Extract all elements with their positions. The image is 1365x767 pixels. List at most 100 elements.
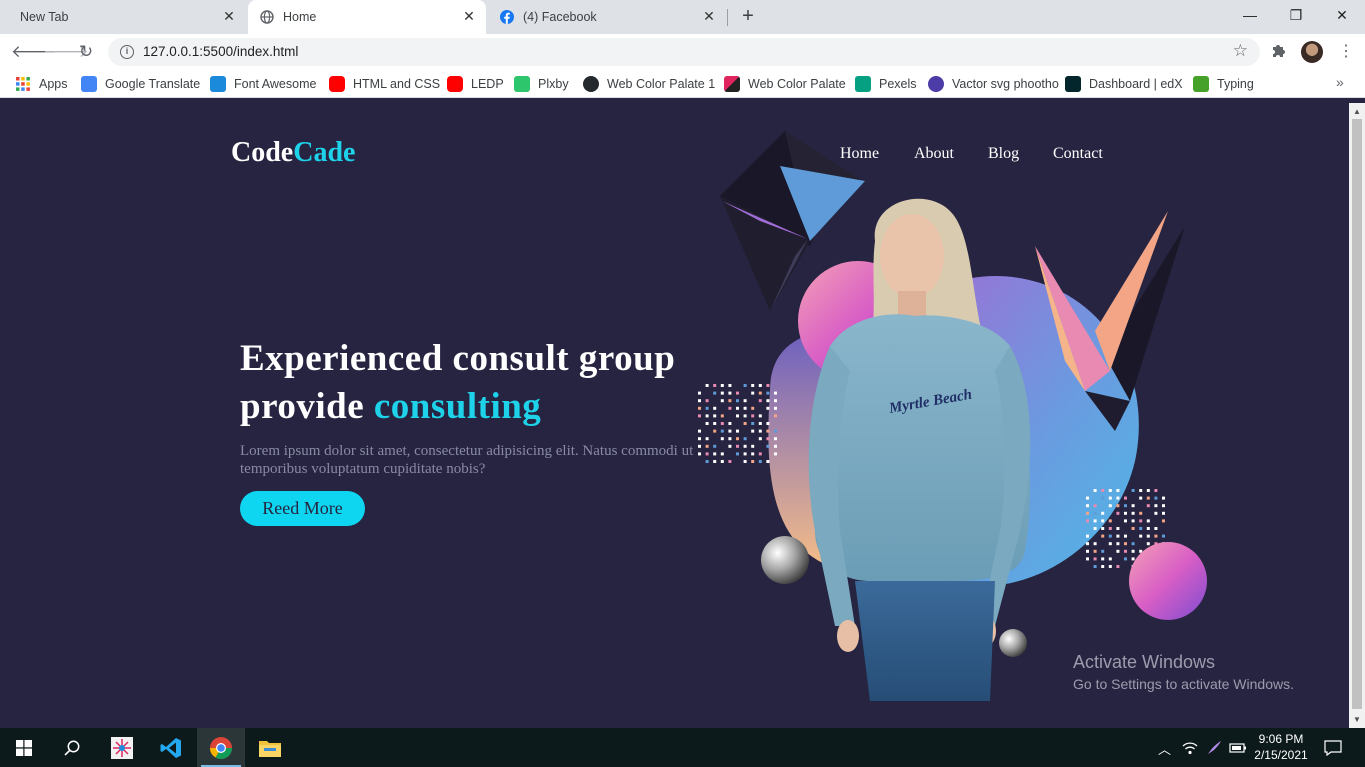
search-button[interactable] [48, 728, 96, 767]
minimize-button[interactable]: — [1227, 0, 1273, 30]
url-text[interactable]: 127.0.0.1:5500/index.html [143, 44, 298, 59]
bookmark-pexels[interactable]: Pexels [855, 75, 917, 93]
dot [1124, 534, 1127, 538]
dot [766, 422, 770, 425]
bookmark-web-color-palate[interactable]: Web Color Palate [724, 75, 846, 93]
tab-new-tab[interactable]: New Tab ✕ [0, 0, 246, 34]
dot [1093, 511, 1097, 515]
dot [1101, 511, 1105, 515]
close-icon[interactable]: ✕ [702, 9, 716, 23]
new-tab-button[interactable]: + [738, 6, 758, 26]
nav-home[interactable]: Home [840, 145, 879, 163]
tray-overflow-chevron-icon[interactable]: ︿ [1158, 739, 1171, 758]
start-button[interactable] [0, 728, 48, 767]
bookmark-google-translate[interactable]: Google Translate [81, 75, 200, 93]
google-translate-icon [81, 76, 97, 92]
bookmark-edx[interactable]: Dashboard | edX [1065, 75, 1183, 93]
dot [1086, 519, 1089, 523]
taskbar-app-chrome[interactable] [197, 728, 245, 767]
dot [1154, 527, 1158, 530]
notification-center-icon[interactable] [1324, 740, 1342, 756]
dot [1139, 534, 1143, 538]
close-icon[interactable]: ✕ [222, 9, 236, 23]
tab-home[interactable]: Home ✕ [248, 0, 486, 34]
dot [1139, 511, 1143, 515]
reload-button[interactable]: ↻ [75, 41, 97, 63]
tab-divider [727, 9, 728, 26]
nav-blog[interactable]: Blog [988, 145, 1019, 163]
snip-tool-icon [111, 736, 133, 759]
dot [1116, 489, 1120, 492]
bookmark-html-and-css[interactable]: HTML and CSS [329, 75, 440, 93]
forward-button[interactable]: 🡒 [43, 41, 89, 63]
pen-feather-icon[interactable] [1206, 740, 1222, 756]
dot [1124, 549, 1127, 553]
close-window-button[interactable]: ✕ [1319, 0, 1365, 30]
info-icon[interactable]: i [120, 45, 134, 59]
taskbar-app-snipping[interactable] [98, 728, 146, 767]
read-more-button[interactable]: Reed More [240, 491, 365, 526]
scroll-thumb[interactable] [1352, 119, 1362, 709]
dot [1146, 504, 1150, 508]
page-viewport: CodeCade Myrtle Beach Home About Blog Co… [0, 103, 1349, 728]
restore-button[interactable]: ❐ [1273, 0, 1319, 30]
dot [1146, 519, 1150, 523]
address-bar[interactable]: i 127.0.0.1:5500/index.html ☆ [108, 38, 1260, 66]
close-icon[interactable]: ✕ [462, 9, 476, 23]
back-button[interactable]: 🡐 [11, 41, 57, 63]
dot [1093, 549, 1097, 553]
bookmarks-overflow-icon[interactable]: » [1336, 74, 1344, 90]
site-logo[interactable]: CodeCade [231, 137, 355, 169]
bookmark-label: Plxby [538, 77, 569, 91]
dot [1146, 489, 1150, 492]
dot [1124, 542, 1127, 546]
nav-about[interactable]: About [914, 145, 954, 163]
battery-icon[interactable] [1229, 741, 1247, 755]
dot [1116, 565, 1120, 568]
typing-icon [1193, 76, 1209, 92]
extensions-puzzle-icon[interactable] [1270, 41, 1288, 59]
bookmark-web-color-palate-1[interactable]: Web Color Palate 1 [583, 75, 715, 93]
star-icon[interactable]: ☆ [1233, 41, 1248, 61]
dot [751, 444, 755, 448]
dot [751, 452, 755, 456]
bookmark-plxby[interactable]: Plxby [514, 75, 569, 93]
dot [1124, 557, 1127, 561]
tab-facebook[interactable]: (4) Facebook ✕ [488, 0, 726, 34]
dot [1154, 534, 1158, 538]
taskbar-app-vscode[interactable] [147, 728, 195, 767]
bookmarks-bar: Apps Google Translate Font Awesome HTML … [0, 70, 1365, 98]
menu-kebab-icon[interactable]: ⋮ [1338, 41, 1354, 63]
scroll-up-arrow-icon[interactable]: ▲ [1352, 107, 1362, 116]
wifi-icon[interactable] [1182, 741, 1198, 755]
taskbar-clock[interactable]: 9:06 PM 2/15/2021 [1253, 731, 1309, 763]
bookmark-label: Web Color Palate 1 [607, 77, 716, 91]
bookmark-typing[interactable]: Typing [1193, 75, 1254, 93]
dot [766, 429, 770, 433]
bookmark-apps[interactable]: Apps [15, 75, 68, 93]
folder-icon [259, 740, 281, 757]
dot [1146, 534, 1150, 538]
bookmark-label: Dashboard | edX [1089, 77, 1183, 91]
dot [1154, 496, 1158, 500]
dot [1093, 542, 1097, 546]
scroll-down-arrow-icon[interactable]: ▼ [1352, 715, 1362, 724]
dot [698, 437, 701, 441]
tab-title: New Tab [20, 10, 69, 24]
dot [774, 399, 777, 403]
page-scrollbar[interactable]: ▲ ▼ [1349, 103, 1365, 728]
chrome-icon [210, 736, 232, 759]
dot [1086, 542, 1089, 546]
nav-contact[interactable]: Contact [1053, 145, 1103, 163]
bookmark-ledp[interactable]: LEDP [447, 75, 504, 93]
pexels-icon [855, 76, 871, 92]
taskbar-app-file-explorer[interactable] [246, 728, 294, 767]
dot [766, 444, 770, 448]
dot [1131, 489, 1135, 492]
dot [1124, 511, 1127, 515]
dot [1093, 527, 1097, 530]
bookmark-font-awesome[interactable]: Font Awesome [210, 75, 316, 93]
profile-avatar[interactable] [1301, 41, 1323, 63]
dot [1131, 549, 1135, 553]
bookmark-vector-svg[interactable]: Vactor svg phootho [928, 75, 1059, 93]
